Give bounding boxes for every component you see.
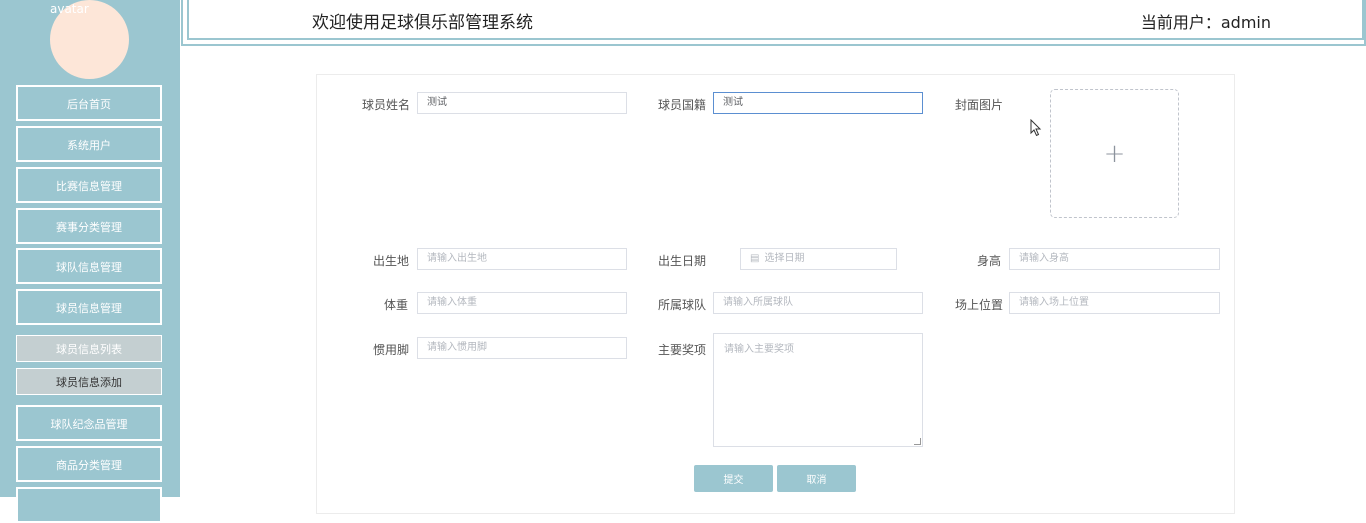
birthplace-label: 出生地: [373, 254, 410, 268]
sidebar: avatar 后台首页 系统用户 比赛信息管理 赛事分类管理 球队信息管理 球员…: [0, 0, 180, 523]
awards-textarea[interactable]: 请输入主要奖项: [713, 333, 923, 447]
plus-icon: +: [1103, 138, 1126, 169]
sidebar-item-system-users[interactable]: 系统用户: [16, 126, 162, 162]
preferred-foot-label: 惯用脚: [373, 343, 410, 357]
cover-image-upload[interactable]: +: [1050, 89, 1179, 218]
cancel-button[interactable]: 取消: [777, 465, 856, 492]
calendar-icon: ▤: [750, 253, 760, 264]
page-title: 欢迎使用足球俱乐部管理系统: [312, 13, 533, 33]
team-input[interactable]: 请输入所属球队: [713, 292, 923, 314]
preferred-foot-input[interactable]: 请输入惯用脚: [417, 337, 627, 359]
height-input[interactable]: 请输入身高: [1009, 248, 1220, 270]
awards-label: 主要奖项: [658, 343, 707, 357]
nationality-input[interactable]: 测试: [713, 92, 923, 114]
sidebar-item-product-category[interactable]: 商品分类管理: [16, 446, 162, 482]
birthdate-placeholder: 选择日期: [764, 253, 805, 264]
current-user: 当前用户：admin: [1140, 13, 1271, 32]
player-name-input[interactable]: 测试: [417, 92, 627, 114]
nationality-label: 球员国籍: [658, 98, 707, 112]
height-label: 身高: [977, 254, 1002, 268]
weight-input[interactable]: 请输入体重: [417, 292, 627, 314]
position-label: 场上位置: [955, 298, 1004, 312]
awards-placeholder: 请输入主要奖项: [724, 344, 794, 355]
avatar-alt-text: avatar: [50, 2, 89, 16]
sidebar-item-team-souvenirs[interactable]: 球队纪念品管理: [16, 405, 162, 441]
sidebar-item-team-info[interactable]: 球队信息管理: [16, 248, 162, 284]
sidebar-item-event-category[interactable]: 赛事分类管理: [16, 208, 162, 244]
submit-button[interactable]: 提交: [694, 465, 773, 492]
birthdate-label: 出生日期: [658, 254, 707, 268]
mouse-cursor-icon: [1030, 119, 1042, 137]
position-input[interactable]: 请输入场上位置: [1009, 292, 1220, 314]
sidebar-item-dashboard[interactable]: 后台首页: [16, 85, 162, 121]
cover-image-label: 封面图片: [955, 98, 1004, 112]
sidebar-item-match-info[interactable]: 比赛信息管理: [16, 167, 162, 203]
birthplace-input[interactable]: 请输入出生地: [417, 248, 627, 270]
sidebar-item-player-info[interactable]: 球员信息管理: [16, 289, 162, 325]
weight-label: 体重: [384, 298, 409, 312]
player-name-label: 球员姓名: [362, 98, 411, 112]
sidebar-subitem-player-add[interactable]: 球员信息添加: [16, 368, 162, 395]
sidebar-item-partial[interactable]: [16, 487, 162, 523]
birthdate-picker[interactable]: ▤ 选择日期: [740, 248, 897, 270]
team-label: 所属球队: [658, 298, 707, 312]
resize-grip-icon[interactable]: [914, 438, 921, 445]
sidebar-subitem-player-list[interactable]: 球员信息列表: [16, 335, 162, 362]
